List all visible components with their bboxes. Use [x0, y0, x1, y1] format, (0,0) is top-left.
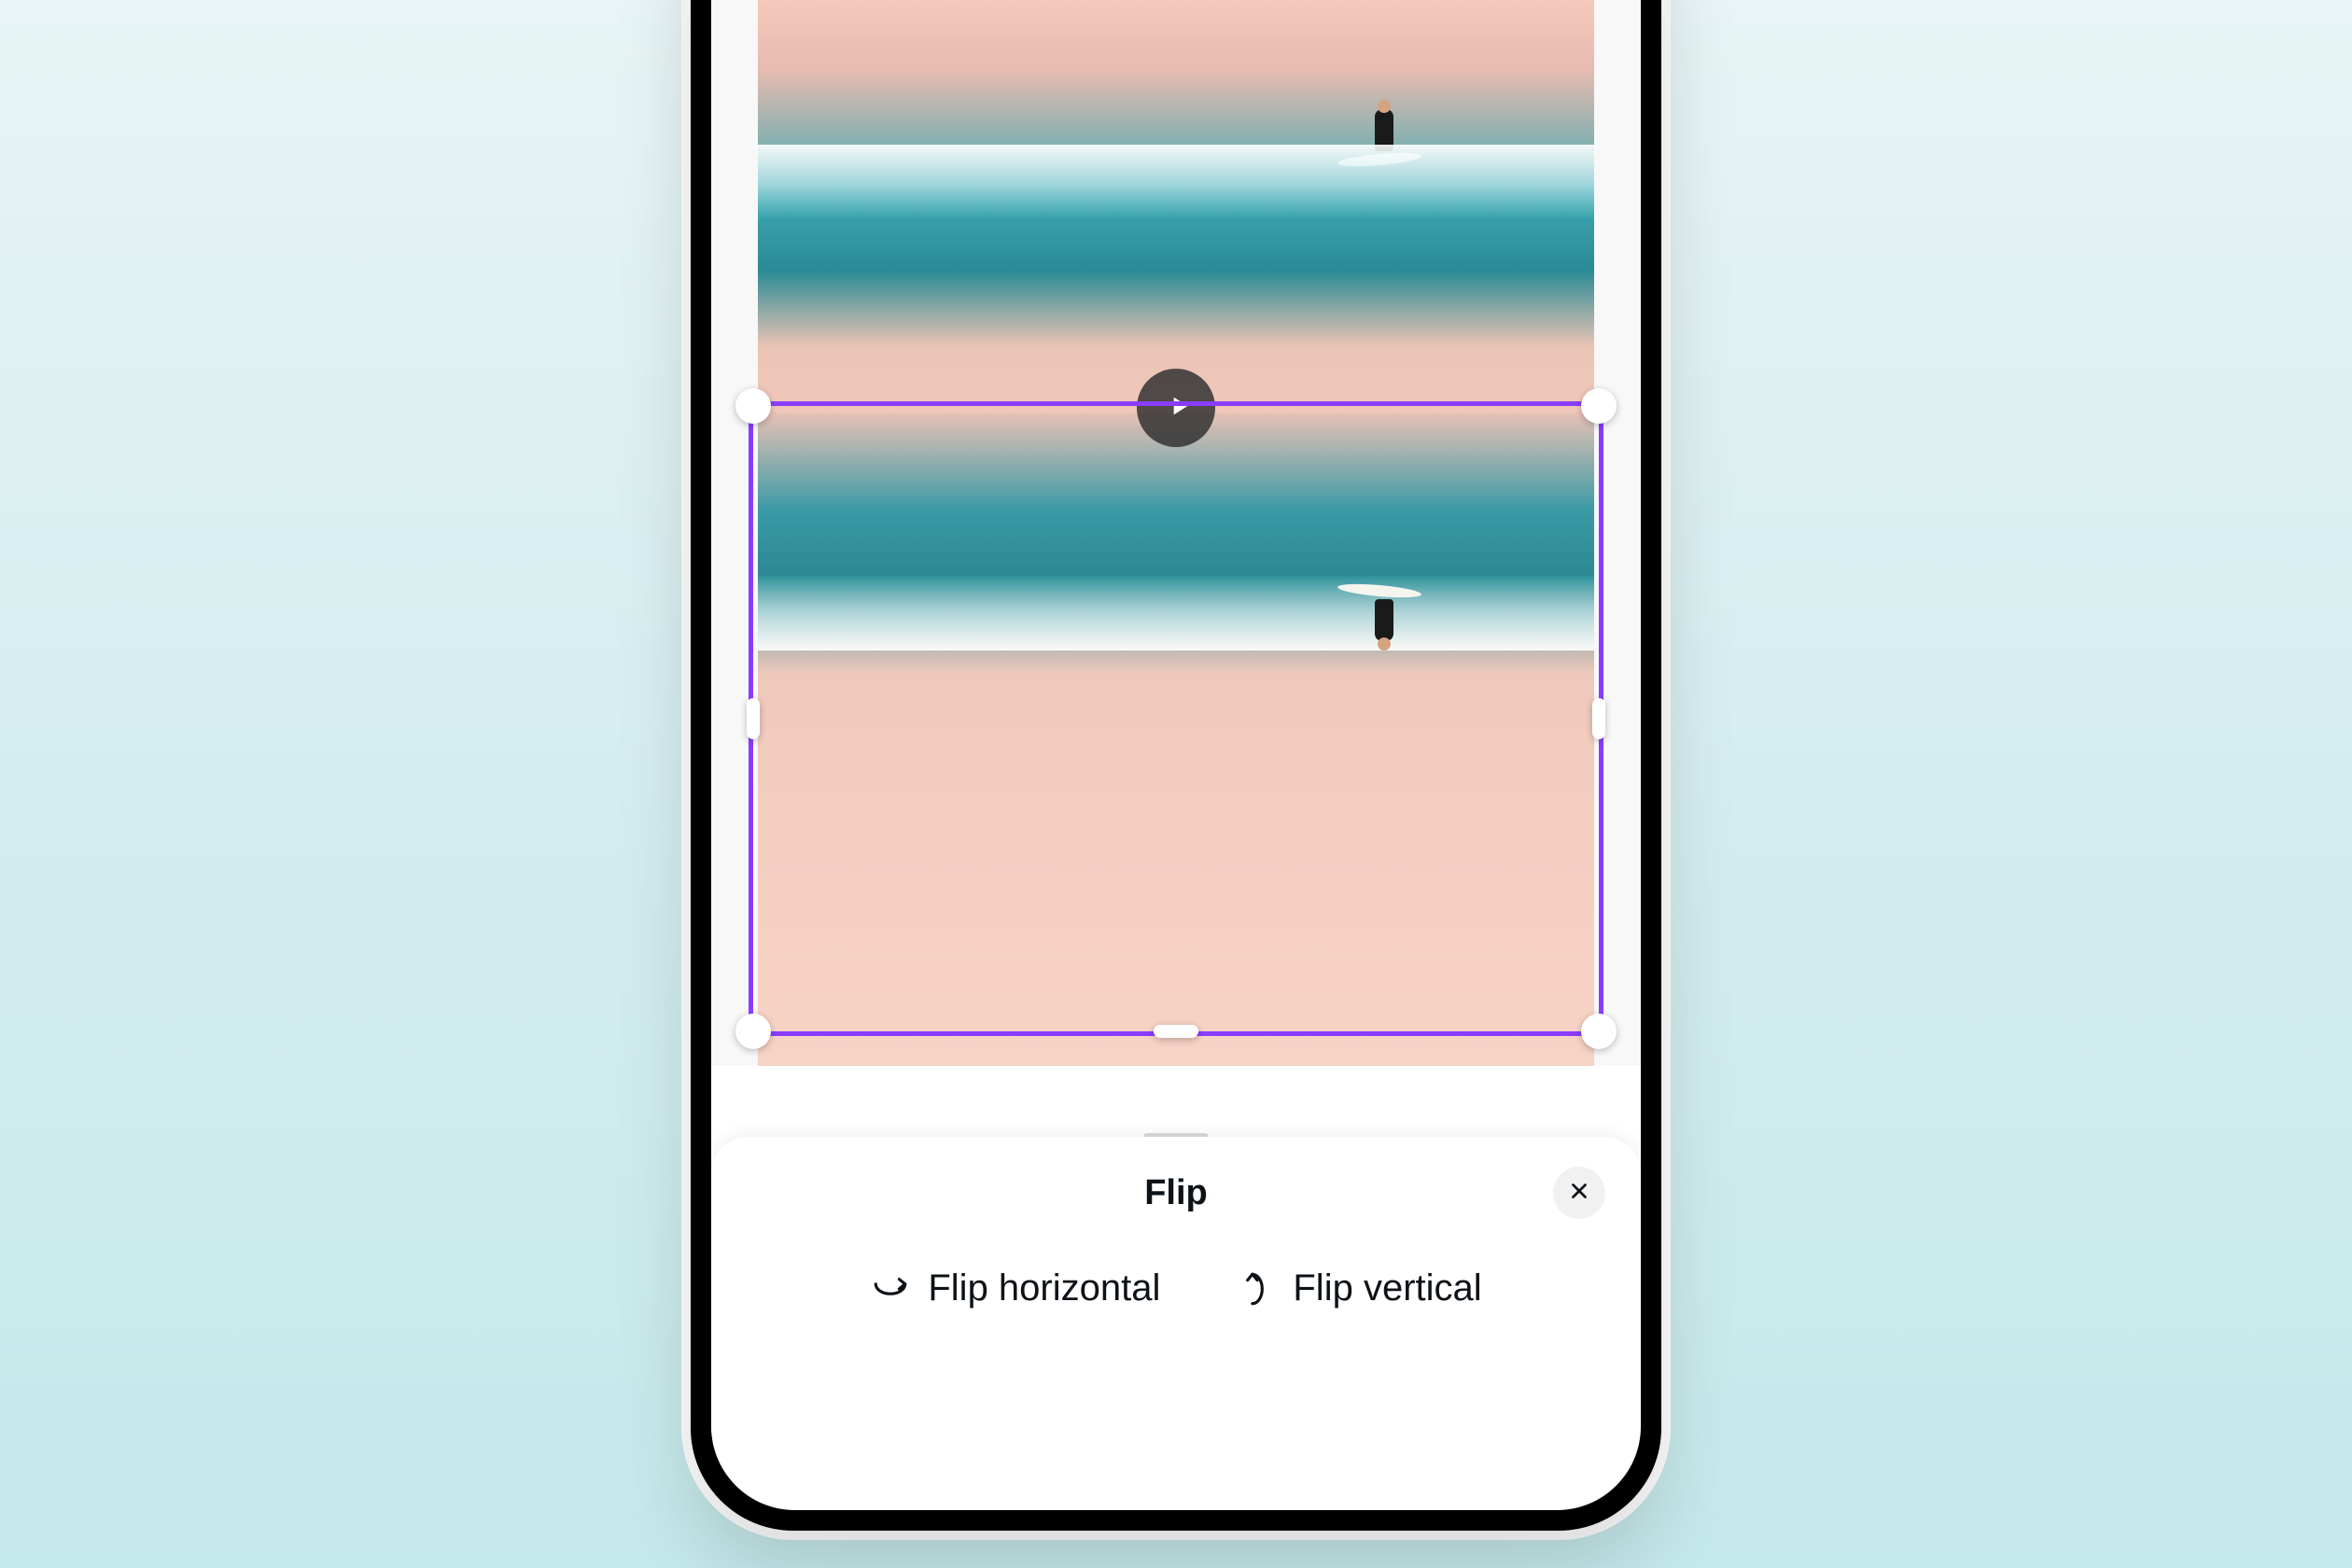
resize-handle-top-left[interactable]: [735, 388, 771, 424]
flip-options: Flip horizontal Flip vertical: [711, 1249, 1641, 1309]
flip-horizontal-icon: [870, 1268, 911, 1309]
resize-handle-bottom-right[interactable]: [1581, 1014, 1617, 1049]
resize-handle-bottom-left[interactable]: [735, 1014, 771, 1049]
phone-screen: Flip: [711, 0, 1641, 1510]
flip-vertical-icon: [1235, 1268, 1276, 1309]
phone-frame: Flip: [691, 0, 1661, 1531]
selection-bounding-box[interactable]: [749, 401, 1603, 1036]
flip-vertical-label: Flip vertical: [1293, 1267, 1481, 1309]
resize-handle-bottom[interactable]: [1154, 1025, 1198, 1038]
resize-handle-right[interactable]: [1592, 698, 1605, 739]
flip-vertical-button[interactable]: Flip vertical: [1235, 1267, 1481, 1309]
resize-handle-top-right[interactable]: [1581, 388, 1617, 424]
canvas-image-original[interactable]: [758, 0, 1594, 422]
panel-title: Flip: [1144, 1173, 1208, 1213]
editor-canvas[interactable]: [711, 0, 1641, 1113]
flip-horizontal-label: Flip horizontal: [928, 1267, 1160, 1309]
flip-panel: Flip: [711, 1137, 1641, 1510]
close-icon: [1567, 1179, 1591, 1208]
surfer-figure: [1361, 105, 1407, 179]
close-button[interactable]: [1553, 1167, 1605, 1219]
resize-handle-left[interactable]: [747, 698, 760, 739]
flip-horizontal-button[interactable]: Flip horizontal: [870, 1267, 1160, 1309]
panel-header: Flip: [711, 1137, 1641, 1249]
